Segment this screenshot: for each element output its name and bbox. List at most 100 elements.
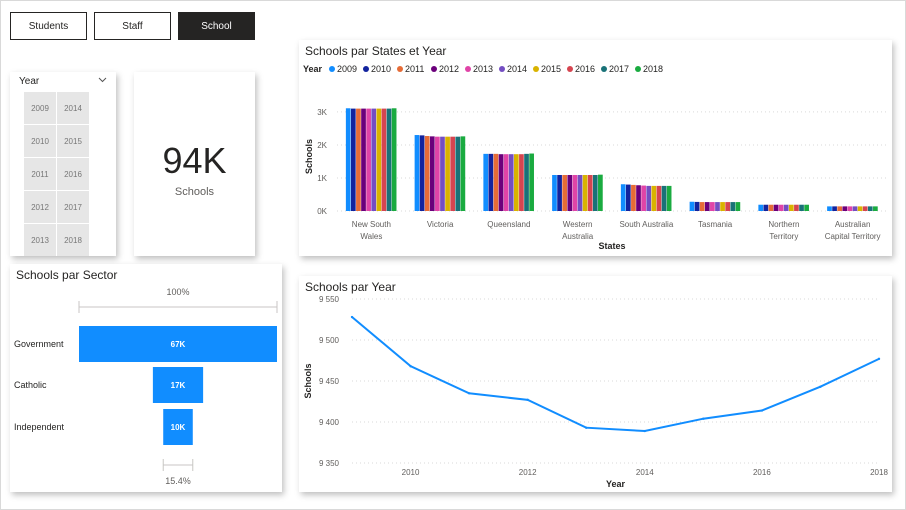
chevron-down-icon[interactable] bbox=[98, 77, 107, 83]
bar bbox=[572, 174, 578, 211]
bar bbox=[857, 206, 863, 211]
slicer-tile[interactable]: 2011 bbox=[24, 158, 56, 190]
bar bbox=[788, 204, 794, 211]
bar bbox=[799, 204, 804, 211]
bar bbox=[735, 202, 741, 211]
staff-button[interactable]: Staff bbox=[94, 12, 171, 40]
slicer-tiles: 2009 2014 2010 2015 2011 2016 2012 2017 … bbox=[24, 92, 89, 256]
legend-item: 2012 bbox=[439, 64, 459, 74]
bar bbox=[460, 136, 466, 211]
legend-item: 2017 bbox=[609, 64, 629, 74]
bar bbox=[725, 202, 731, 211]
bar bbox=[345, 108, 351, 211]
funnel-value-label: 67K bbox=[171, 340, 186, 349]
line-point bbox=[409, 365, 412, 368]
bar bbox=[847, 206, 853, 211]
y-tick-label: 9 450 bbox=[319, 377, 340, 386]
school-button[interactable]: School bbox=[178, 12, 255, 40]
bar bbox=[483, 153, 489, 211]
slicer-tile[interactable]: 2018 bbox=[57, 224, 89, 256]
bar bbox=[827, 206, 832, 211]
legend-marker bbox=[601, 66, 607, 72]
bar bbox=[577, 174, 583, 211]
bar bbox=[503, 154, 509, 211]
x-tick-label: Capital Territory bbox=[825, 232, 881, 241]
legend-item: 2011 bbox=[405, 64, 424, 74]
legend-marker bbox=[397, 66, 403, 72]
legend-marker bbox=[499, 66, 505, 72]
legend-item: 2015 bbox=[541, 64, 561, 74]
bar bbox=[852, 206, 858, 211]
bar bbox=[557, 174, 562, 211]
bar bbox=[519, 154, 524, 211]
bar bbox=[656, 185, 662, 211]
bar bbox=[429, 136, 435, 211]
x-tick-label: 2014 bbox=[636, 468, 654, 477]
x-axis-title: Year bbox=[606, 479, 626, 489]
slicer-tile[interactable]: 2009 bbox=[24, 92, 56, 124]
legend-marker bbox=[635, 66, 641, 72]
bar bbox=[804, 204, 809, 211]
legend-item: 2014 bbox=[507, 64, 527, 74]
slicer-tile[interactable]: 2013 bbox=[24, 224, 56, 256]
bar bbox=[720, 202, 725, 211]
slicer-tile[interactable]: 2017 bbox=[57, 191, 89, 223]
x-tick-label: Northern bbox=[768, 220, 799, 229]
kpi-label: Schools bbox=[174, 186, 215, 198]
slicer-tile[interactable]: 2014 bbox=[57, 92, 89, 124]
x-tick-label: South Australia bbox=[619, 220, 673, 229]
slicer-tile[interactable]: 2015 bbox=[57, 125, 89, 157]
bar bbox=[488, 153, 494, 211]
bar bbox=[631, 184, 636, 211]
bar bbox=[493, 153, 499, 211]
y-tick-label: 9 350 bbox=[319, 459, 340, 468]
bar bbox=[778, 204, 784, 211]
bar bbox=[414, 135, 420, 211]
slicer-tile[interactable]: 2016 bbox=[57, 158, 89, 190]
bar bbox=[455, 136, 461, 211]
bar bbox=[641, 185, 646, 211]
legend-item: 2018 bbox=[643, 64, 663, 74]
y-axis-title: Schools bbox=[304, 139, 314, 174]
kpi-value: 94K bbox=[162, 140, 227, 181]
bar bbox=[730, 202, 736, 211]
x-tick-label: Western bbox=[563, 220, 593, 229]
sector-funnel-chart: 100% 67K Government 17K Catholic 10K Independe… bbox=[14, 287, 278, 486]
bar bbox=[666, 185, 672, 211]
bar bbox=[419, 135, 425, 211]
bar bbox=[440, 136, 445, 211]
line-point bbox=[467, 392, 471, 395]
bar bbox=[445, 136, 450, 211]
bar bbox=[661, 185, 667, 211]
line-point bbox=[819, 385, 822, 388]
slicer-tile[interactable]: 2010 bbox=[24, 125, 56, 157]
legend-marker bbox=[329, 66, 335, 72]
line-point bbox=[585, 426, 588, 429]
bar bbox=[837, 206, 843, 211]
bar bbox=[391, 108, 397, 211]
bar bbox=[758, 204, 764, 211]
bar bbox=[424, 136, 430, 211]
bar bbox=[376, 108, 382, 211]
bar bbox=[773, 204, 779, 211]
states-bar-chart: Year 2009 2010 2011 2012 2013 2014 2015 2016 2017… bbox=[303, 64, 887, 251]
students-button[interactable]: Students bbox=[10, 12, 87, 40]
bar bbox=[710, 202, 715, 211]
x-tick-label: Australian bbox=[835, 220, 871, 229]
bar bbox=[620, 184, 626, 211]
bar bbox=[567, 174, 573, 211]
y-axis-title: Schools bbox=[303, 363, 313, 398]
legend-item: 2010 bbox=[371, 64, 391, 74]
y-tick-label: 9 500 bbox=[319, 336, 340, 345]
bar bbox=[794, 204, 799, 211]
slicer-tile[interactable]: 2012 bbox=[24, 191, 56, 223]
year-line-chart-card: Schools par Year 9 350 9 400 9 450 9 500 9 5… bbox=[299, 276, 892, 492]
x-tick-label: 2012 bbox=[519, 468, 537, 477]
line-point bbox=[526, 398, 529, 402]
legend-item: 2013 bbox=[473, 64, 493, 74]
x-tick-label: Queensland bbox=[487, 220, 530, 229]
bar bbox=[783, 204, 789, 211]
bar bbox=[867, 206, 873, 211]
line-point bbox=[702, 417, 705, 420]
series-line bbox=[351, 316, 880, 433]
